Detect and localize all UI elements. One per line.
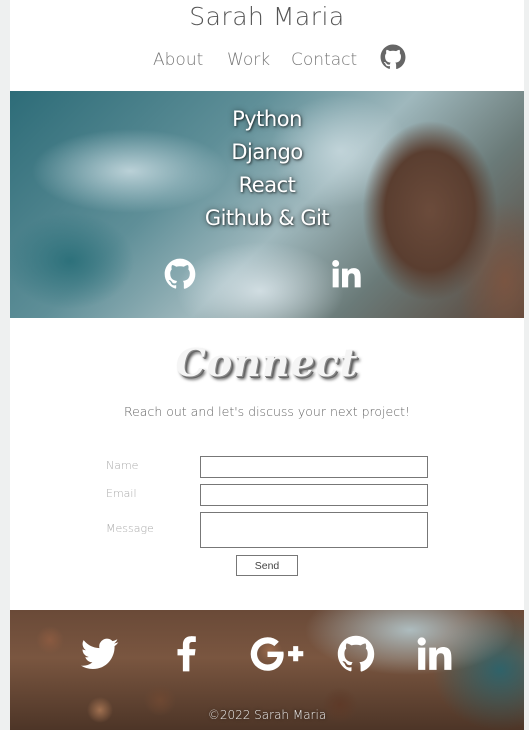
skill-item: React: [238, 173, 296, 197]
email-label: Email: [106, 487, 137, 500]
main-nav: About Work Contact: [10, 42, 524, 78]
connect-heading: Connect: [175, 340, 359, 385]
nav-work-link[interactable]: Work: [227, 50, 270, 70]
skills-list: Python Django React Github & Git: [10, 103, 524, 235]
page: Sarah Maria About Work Contact Python Dj…: [10, 0, 524, 730]
skill-item: Django: [231, 140, 303, 164]
hero-section: Python Django React Github & Git: [10, 91, 524, 318]
nav-about-link[interactable]: About: [153, 50, 203, 70]
email-field[interactable]: [200, 484, 428, 506]
skill-item: Python: [232, 107, 302, 131]
copyright-text: ©2022 Sarah Maria: [207, 708, 327, 722]
facebook-icon[interactable]: [168, 635, 206, 673]
linkedin-icon[interactable]: [415, 635, 453, 673]
name-field[interactable]: [200, 456, 428, 478]
twitter-icon[interactable]: [81, 635, 119, 673]
footer: ©2022 Sarah Maria: [10, 610, 524, 730]
linkedin-icon[interactable]: [330, 258, 362, 290]
connect-subtitle: Reach out and let's discuss your next pr…: [123, 404, 411, 419]
site-title: Sarah Maria: [189, 2, 345, 31]
send-button[interactable]: Send: [236, 555, 298, 576]
message-field[interactable]: [200, 512, 428, 548]
google-plus-icon[interactable]: [250, 635, 304, 673]
nav-contact-link[interactable]: Contact: [291, 50, 357, 70]
skill-item: Github & Git: [204, 206, 330, 230]
github-icon[interactable]: [164, 258, 196, 290]
message-label: Message: [106, 522, 154, 535]
name-label: Name: [106, 459, 139, 472]
github-icon[interactable]: [380, 44, 406, 70]
github-icon[interactable]: [337, 635, 375, 673]
